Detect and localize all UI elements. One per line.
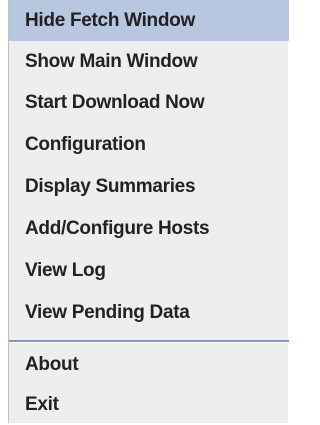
menu-item-view-pending-data[interactable]: View Pending Data <box>9 292 289 333</box>
menu-item-start-download-now[interactable]: Start Download Now <box>9 82 289 123</box>
menu-item-view-log[interactable]: View Log <box>9 250 289 291</box>
menu-item-add-configure-hosts[interactable]: Add/Configure Hosts <box>9 208 289 249</box>
menu-separator <box>9 340 289 343</box>
menu-item-exit[interactable]: Exit <box>9 384 289 425</box>
menu-item-configuration[interactable]: Configuration <box>9 124 289 165</box>
menu-item-about[interactable]: About <box>9 344 289 385</box>
menu-item-display-summaries[interactable]: Display Summaries <box>9 166 289 207</box>
menu-item-show-main-window[interactable]: Show Main Window <box>9 41 289 82</box>
popup-menu: Hide Fetch Window Show Main Window Start… <box>8 0 289 425</box>
menu-item-hide-fetch-window[interactable]: Hide Fetch Window <box>9 0 289 41</box>
